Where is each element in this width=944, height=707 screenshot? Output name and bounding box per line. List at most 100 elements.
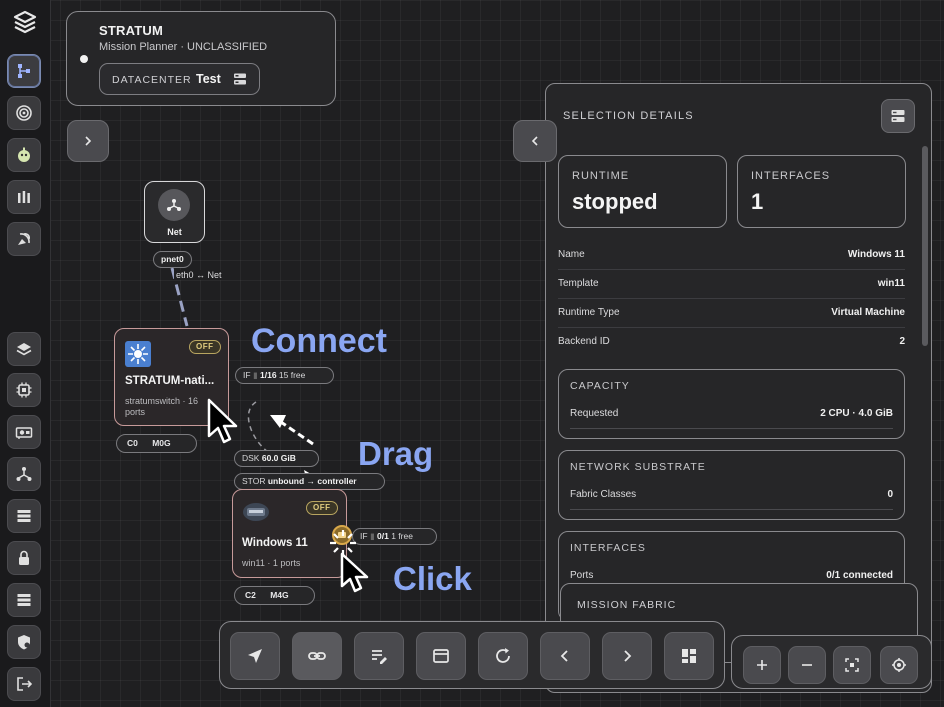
previous-button[interactable] bbox=[540, 632, 590, 680]
refresh-icon bbox=[496, 648, 510, 663]
graph-toolbar bbox=[219, 621, 725, 689]
vm-if-count: 0/1 bbox=[377, 531, 389, 541]
field-key: Runtime Type bbox=[558, 307, 620, 318]
ports-value: 0/1 connected bbox=[826, 570, 893, 581]
field-value: Virtual Machine bbox=[831, 307, 905, 318]
edge-label: eth0 ↔ Net bbox=[174, 270, 224, 280]
ports-row: Ports 0/1 connected bbox=[570, 570, 893, 581]
interfaces-section-title: INTERFACES bbox=[570, 542, 646, 554]
chevron-left-icon bbox=[531, 136, 538, 146]
panel-menu-button[interactable] bbox=[881, 99, 915, 133]
collapse-panel-button[interactable] bbox=[513, 120, 557, 162]
vm-resources-chip: C2 M4G bbox=[234, 586, 315, 605]
net-node-badge bbox=[158, 189, 190, 221]
net-node[interactable]: Net bbox=[144, 181, 205, 243]
switch-icon bbox=[125, 341, 151, 367]
net-node-label: Net bbox=[167, 227, 182, 237]
interfaces-card: INTERFACES 1 bbox=[737, 155, 906, 228]
if-prefix: IF bbox=[243, 370, 251, 380]
window-button[interactable] bbox=[416, 632, 466, 680]
fit-view-button[interactable] bbox=[833, 646, 871, 684]
disk-chip[interactable]: DSK 60.0 GiB bbox=[234, 450, 319, 467]
vm-interfaces-chip[interactable]: IF ▮ 0/1 1 free bbox=[352, 528, 437, 545]
field-key: Template bbox=[558, 278, 599, 289]
divider bbox=[558, 269, 905, 270]
dashboard-icon bbox=[682, 649, 696, 663]
next-button[interactable] bbox=[602, 632, 652, 680]
click-burst-icon bbox=[330, 530, 356, 556]
storage-chip[interactable]: STOR unbound → controller bbox=[234, 473, 385, 490]
field-value: Windows 11 bbox=[847, 249, 905, 260]
switch-resources-chip: C0 M0G bbox=[116, 434, 197, 453]
network-title: NETWORK SUBSTRATE bbox=[570, 461, 706, 473]
window-icon bbox=[433, 649, 449, 663]
navigate-button[interactable] bbox=[230, 632, 280, 680]
network-substrate-section: NETWORK SUBSTRATE Fabric Classes 0 bbox=[558, 450, 905, 520]
field-value: win11 bbox=[877, 278, 905, 289]
ports-key: Ports bbox=[570, 570, 594, 581]
drag-arrow-line bbox=[277, 418, 314, 446]
pending-connection-edge bbox=[247, 401, 269, 453]
runtime-label: RUNTIME bbox=[572, 170, 630, 182]
link-button[interactable] bbox=[292, 632, 342, 680]
field-row: Template win11 bbox=[558, 278, 905, 292]
zoom-out-button[interactable] bbox=[788, 646, 826, 684]
divider bbox=[558, 298, 905, 299]
dashboard-button[interactable] bbox=[664, 632, 714, 680]
zoom-in-button[interactable] bbox=[743, 646, 781, 684]
fit-view-icon bbox=[845, 658, 859, 672]
field-key: Backend ID bbox=[558, 336, 610, 347]
runtime-card: RUNTIME stopped bbox=[558, 155, 727, 228]
zoom-controls bbox=[731, 635, 932, 689]
capacity-section: CAPACITY Requested 2 CPU · 4.0 GiB bbox=[558, 369, 905, 439]
net-port-chip[interactable]: pnet0 bbox=[153, 251, 192, 268]
vm-status-badge: OFF bbox=[306, 501, 338, 515]
refresh-button[interactable] bbox=[478, 632, 528, 680]
stor-prefix: STOR bbox=[242, 476, 266, 486]
stor-binding: unbound → controller bbox=[267, 476, 357, 486]
switch-node-title: STRATUM-nati... bbox=[125, 375, 215, 387]
vm-icon bbox=[243, 503, 269, 521]
vm-node-subtitle: win11 · 1 ports bbox=[242, 558, 301, 568]
zoom-out-icon bbox=[802, 664, 812, 666]
disk-prefix: DSK bbox=[242, 453, 260, 463]
if-count: 1/16 bbox=[260, 370, 277, 380]
divider bbox=[558, 327, 905, 328]
drag-arrow-head bbox=[270, 415, 286, 428]
network-row: Fabric Classes 0 bbox=[570, 489, 893, 500]
navigate-icon bbox=[248, 649, 262, 663]
network-value: 0 bbox=[887, 489, 893, 500]
edit-list-button[interactable] bbox=[354, 632, 404, 680]
annotation-drag: Drag bbox=[358, 435, 434, 472]
panel-title: SELECTION DETAILS bbox=[563, 110, 694, 122]
runtime-value: stopped bbox=[572, 189, 658, 214]
if-free: 15 free bbox=[278, 370, 306, 380]
vm-if-free: 1 free bbox=[391, 531, 413, 541]
server-icon bbox=[891, 110, 905, 122]
annotation-click: Click bbox=[393, 560, 472, 597]
panel-scrollbar[interactable] bbox=[922, 146, 928, 346]
mission-fabric-title: MISSION FABRIC bbox=[577, 599, 677, 611]
divider bbox=[570, 428, 893, 429]
switch-status-badge: OFF bbox=[189, 340, 221, 354]
capacity-title: CAPACITY bbox=[570, 380, 630, 392]
capacity-key: Requested bbox=[570, 408, 619, 419]
chevron-left-icon bbox=[560, 650, 568, 662]
capacity-value: 2 CPU · 4.0 GiB bbox=[820, 408, 893, 419]
annotation-connect: Connect bbox=[251, 322, 387, 360]
interfaces-value: 1 bbox=[751, 189, 764, 214]
switch-interfaces-chip[interactable]: IF ▮ 1/16 15 free bbox=[235, 367, 334, 384]
vm-node-title: Windows 11 bbox=[242, 537, 308, 549]
zoom-in-icon bbox=[757, 660, 767, 670]
network-key: Fabric Classes bbox=[570, 489, 637, 500]
disk-size: 60.0 GiB bbox=[261, 453, 296, 463]
network-hub-icon bbox=[167, 199, 181, 211]
connect-cursor-icon bbox=[207, 398, 238, 444]
field-row: Runtime Type Virtual Machine bbox=[558, 307, 905, 321]
field-value: 2 bbox=[899, 336, 905, 347]
chevron-right-icon bbox=[624, 650, 632, 662]
edit-list-icon bbox=[372, 650, 387, 664]
locate-button[interactable] bbox=[880, 646, 918, 684]
divider bbox=[570, 509, 893, 510]
field-row: Backend ID 2 bbox=[558, 336, 905, 350]
